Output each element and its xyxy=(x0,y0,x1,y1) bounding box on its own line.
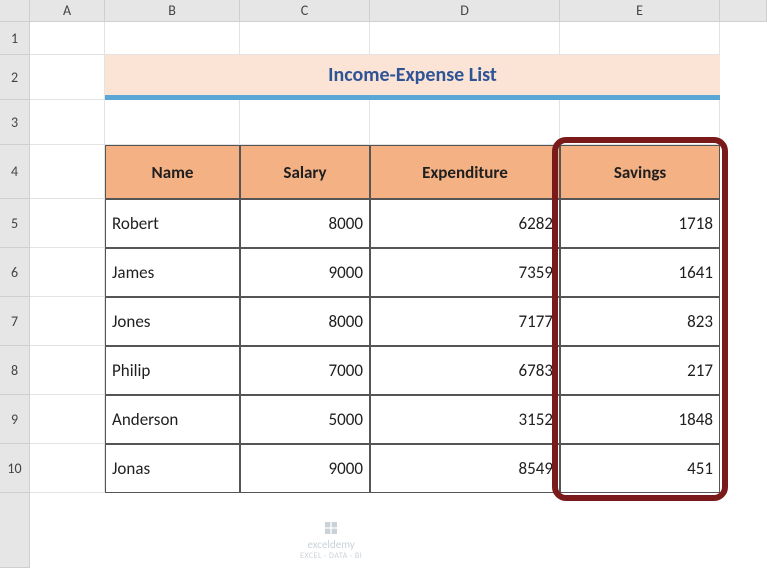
row-header-2[interactable]: 2 xyxy=(0,55,30,100)
col-header-B[interactable]: B xyxy=(105,0,240,22)
table-header-salary[interactable]: Salary xyxy=(240,145,370,199)
row-header-5[interactable]: 5 xyxy=(0,199,30,248)
cell-A4[interactable] xyxy=(30,145,105,199)
table-cell[interactable]: 1848 xyxy=(560,395,720,444)
table-cell[interactable]: 8549 xyxy=(370,444,560,493)
table-cell[interactable]: James xyxy=(105,248,240,297)
col-header-blank[interactable] xyxy=(720,0,767,22)
row-header-blank[interactable] xyxy=(0,493,30,568)
watermark-name: exceldemy xyxy=(307,538,354,551)
table-cell[interactable]: 217 xyxy=(560,346,720,395)
cell-C1[interactable] xyxy=(240,22,370,55)
table-cell[interactable]: 1641 xyxy=(560,248,720,297)
table-cell[interactable]: 823 xyxy=(560,297,720,346)
table-header-savings[interactable]: Savings xyxy=(560,145,720,199)
cell-B1[interactable] xyxy=(105,22,240,55)
table-cell[interactable]: Jones xyxy=(105,297,240,346)
cell-A10[interactable] xyxy=(30,444,105,493)
table-cell[interactable]: 9000 xyxy=(240,444,370,493)
row-header-3[interactable]: 3 xyxy=(0,100,30,145)
table-cell[interactable]: Jonas xyxy=(105,444,240,493)
row-header-1[interactable]: 1 xyxy=(0,22,30,55)
cell-A7[interactable] xyxy=(30,297,105,346)
cell-A5[interactable] xyxy=(30,199,105,248)
table-cell[interactable]: 5000 xyxy=(240,395,370,444)
table-cell[interactable]: Robert xyxy=(105,199,240,248)
row-header-8[interactable]: 8 xyxy=(0,346,30,395)
row-header-7[interactable]: 7 xyxy=(0,297,30,346)
logo-icon xyxy=(323,520,339,536)
spreadsheet: ABCDE 12345678910 Income-Expense List Na… xyxy=(0,0,767,568)
table-cell[interactable]: 7359 xyxy=(370,248,560,297)
col-header-D[interactable]: D xyxy=(370,0,560,22)
cell-A2[interactable] xyxy=(30,55,105,100)
cell-A6[interactable] xyxy=(30,248,105,297)
cell-A9[interactable] xyxy=(30,395,105,444)
title-text: Income-Expense List xyxy=(328,63,497,87)
cell-B3[interactable] xyxy=(105,100,240,145)
table-cell[interactable]: 8000 xyxy=(240,199,370,248)
table-cell[interactable]: 6783 xyxy=(370,346,560,395)
table-cell[interactable]: 1718 xyxy=(560,199,720,248)
table-cell[interactable]: 7177 xyxy=(370,297,560,346)
table-cell[interactable]: 9000 xyxy=(240,248,370,297)
table-cell[interactable]: 3152 xyxy=(370,395,560,444)
col-header-C[interactable]: C xyxy=(240,0,370,22)
col-header-E[interactable]: E xyxy=(560,0,720,22)
cell-A3[interactable] xyxy=(30,100,105,145)
watermark: exceldemy EXCEL · DATA · BI xyxy=(300,520,362,561)
table-header-name[interactable]: Name xyxy=(105,145,240,199)
title-cell[interactable]: Income-Expense List xyxy=(105,55,720,100)
col-header-A[interactable]: A xyxy=(30,0,105,22)
table-cell[interactable]: 8000 xyxy=(240,297,370,346)
cell-E1[interactable] xyxy=(560,22,720,55)
row-header-6[interactable]: 6 xyxy=(0,248,30,297)
cell-A8[interactable] xyxy=(30,346,105,395)
table-cell[interactable]: 451 xyxy=(560,444,720,493)
table-header-expenditure[interactable]: Expenditure xyxy=(370,145,560,199)
row-header-10[interactable]: 10 xyxy=(0,444,30,493)
cell-D1[interactable] xyxy=(370,22,560,55)
select-all-corner[interactable] xyxy=(0,0,30,22)
table-cell[interactable]: Anderson xyxy=(105,395,240,444)
cell-D3[interactable] xyxy=(370,100,560,145)
table-cell[interactable]: 6282 xyxy=(370,199,560,248)
row-header-4[interactable]: 4 xyxy=(0,145,30,199)
cell-A1[interactable] xyxy=(30,22,105,55)
table-cell[interactable]: Philip xyxy=(105,346,240,395)
cell-C3[interactable] xyxy=(240,100,370,145)
table-cell[interactable]: 7000 xyxy=(240,346,370,395)
cell-E3[interactable] xyxy=(560,100,720,145)
watermark-sub: EXCEL · DATA · BI xyxy=(300,551,362,561)
row-header-9[interactable]: 9 xyxy=(0,395,30,444)
